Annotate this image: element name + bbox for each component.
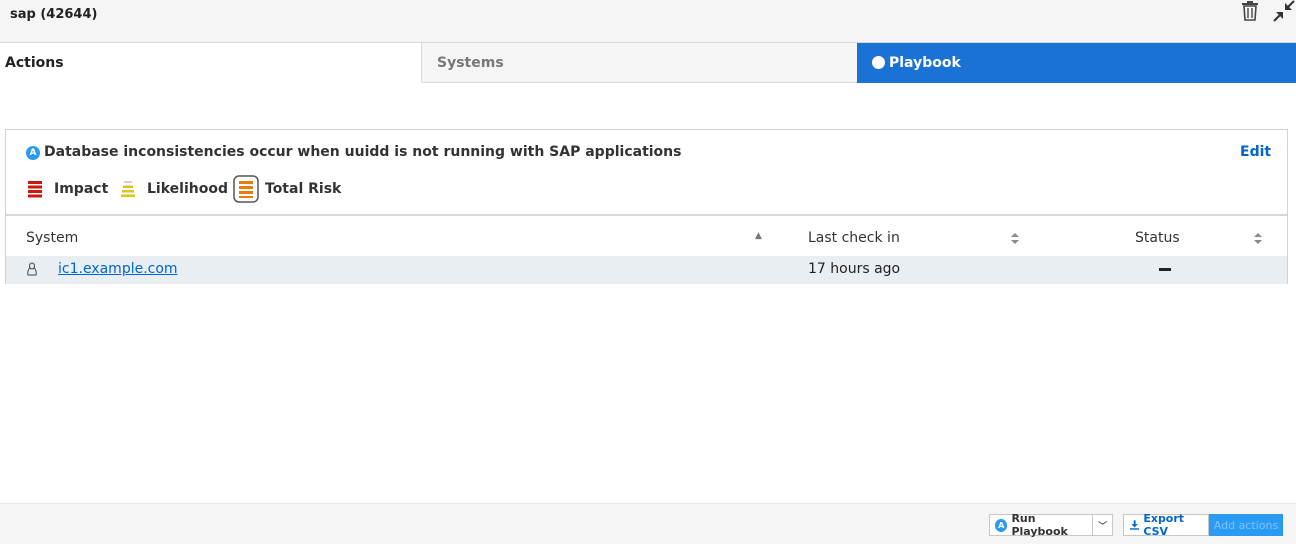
tab-playbook-label: Playbook <box>889 55 961 71</box>
rule-title: A Database inconsistencies occur when uui… <box>26 144 681 160</box>
column-header-status[interactable]: Status <box>1135 230 1180 246</box>
tab-actions[interactable]: Actions <box>0 43 421 83</box>
tab-systems-label: Systems <box>437 55 504 71</box>
total-risk-label: Total Risk <box>265 181 342 197</box>
tab-systems[interactable]: Systems <box>421 43 857 83</box>
run-playbook-label: Run Playbook <box>1011 512 1068 538</box>
sort-ascending-icon[interactable]: ▲ <box>755 231 762 241</box>
sort-icon[interactable] <box>1254 233 1262 244</box>
modal-header: sap (42644) <box>0 0 1296 43</box>
likelihood-indicator: Likelihood <box>119 174 228 204</box>
export-csv-button[interactable]: Export CSV <box>1123 512 1209 538</box>
ansible-badge-icon: A <box>995 518 1008 532</box>
rule-title-text: Database inconsistencies occur when uuid… <box>44 144 682 160</box>
footer-toolbar: A Run Playbook ﹀ Export CSV Add actions <box>0 503 1296 544</box>
likelihood-label: Likelihood <box>147 181 228 197</box>
edit-link[interactable]: Edit <box>1240 144 1271 160</box>
system-link[interactable]: ic1.example.com <box>58 261 178 277</box>
tab-actions-label: Actions <box>5 55 64 71</box>
column-header-last-check-in[interactable]: Last check in <box>808 230 900 246</box>
likelihood-icon <box>121 181 135 197</box>
impact-indicator: Impact <box>26 174 108 204</box>
tab-playbook[interactable]: Playbook <box>857 43 1296 83</box>
modal-title: sap (42644) <box>10 7 98 22</box>
impact-label: Impact <box>54 181 109 197</box>
linux-penguin-icon <box>27 262 37 276</box>
ansible-badge-icon: A <box>26 146 40 160</box>
total-risk-indicator: Total Risk <box>233 174 341 204</box>
tab-bar: Actions Systems Playbook <box>0 43 1296 83</box>
rule-card-header: A Database inconsistencies occur when uui… <box>6 130 1287 216</box>
circle-icon <box>872 56 885 69</box>
sort-icon[interactable] <box>1011 233 1019 244</box>
run-playbook-main[interactable]: A Run Playbook <box>990 512 1094 538</box>
add-actions-label: Add actions <box>1213 518 1279 532</box>
rule-card: A Database inconsistencies occur when uui… <box>5 129 1288 284</box>
impact-icon <box>28 181 42 198</box>
download-icon <box>1130 520 1140 530</box>
table-row: ic1.example.com 17 hours ago <box>6 256 1287 284</box>
trash-icon[interactable] <box>1240 0 1260 22</box>
add-actions-button[interactable]: Add actions <box>1209 514 1283 536</box>
status-indicator <box>1159 268 1171 271</box>
run-playbook-button[interactable]: A Run Playbook ﹀ <box>989 512 1113 538</box>
chevron-down-icon[interactable]: ﹀ <box>1093 519 1112 532</box>
collapse-icon[interactable] <box>1273 0 1295 22</box>
total-risk-icon <box>233 175 259 203</box>
last-check-in-value: 17 hours ago <box>808 261 901 277</box>
systems-table-header: System ▲ Last check in Status <box>6 218 1287 256</box>
column-header-system[interactable]: System <box>26 230 78 246</box>
export-csv-label: Export CSV <box>1143 512 1185 538</box>
